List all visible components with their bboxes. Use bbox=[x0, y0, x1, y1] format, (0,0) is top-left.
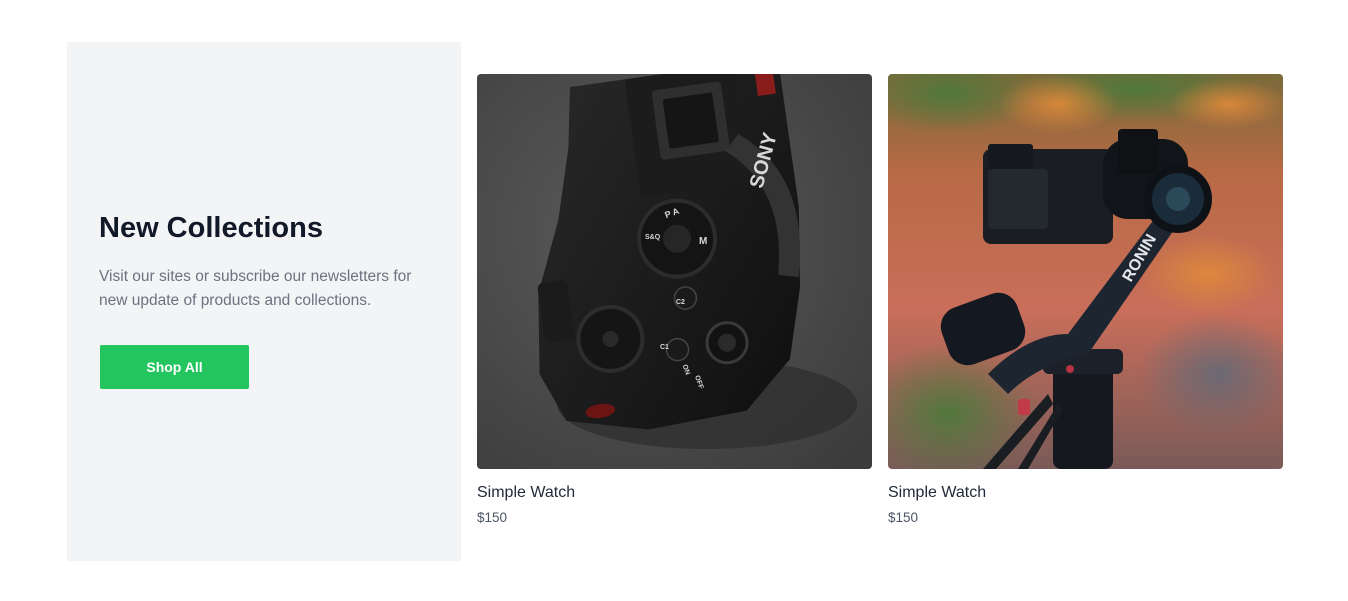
camera-top-view-image[interactable]: SONY P A M S&Q C2 C1 ON OFF bbox=[477, 74, 872, 469]
shop-all-button[interactable]: Shop All bbox=[100, 345, 249, 389]
product-price: $150 bbox=[477, 510, 508, 525]
promo-description: Visit our sites or subscribe our newslet… bbox=[99, 268, 412, 309]
product-name[interactable]: Simple Watch bbox=[888, 484, 1283, 502]
camera-gimbal-image[interactable]: RONIN bbox=[888, 74, 1283, 469]
camera-c1-text: C1 bbox=[660, 344, 669, 351]
product-card[interactable]: RONIN Simple Watch $150 bbox=[888, 74, 1283, 525]
product-name[interactable]: Simple Watch bbox=[477, 484, 872, 502]
product-card[interactable]: SONY P A M S&Q C2 C1 ON OFF Simple Watch… bbox=[477, 74, 872, 525]
camera-mode-m-text: M bbox=[699, 236, 707, 247]
collections-section: New Collections Visit our sites or subsc… bbox=[0, 0, 1348, 601]
camera-dial-label-text: S&Q bbox=[645, 234, 661, 241]
product-price: $150 bbox=[888, 510, 919, 525]
camera-c2-text: C2 bbox=[676, 299, 685, 306]
promo-panel: New Collections Visit our sites or subsc… bbox=[67, 42, 461, 561]
promo-title: New Collections bbox=[99, 212, 323, 244]
